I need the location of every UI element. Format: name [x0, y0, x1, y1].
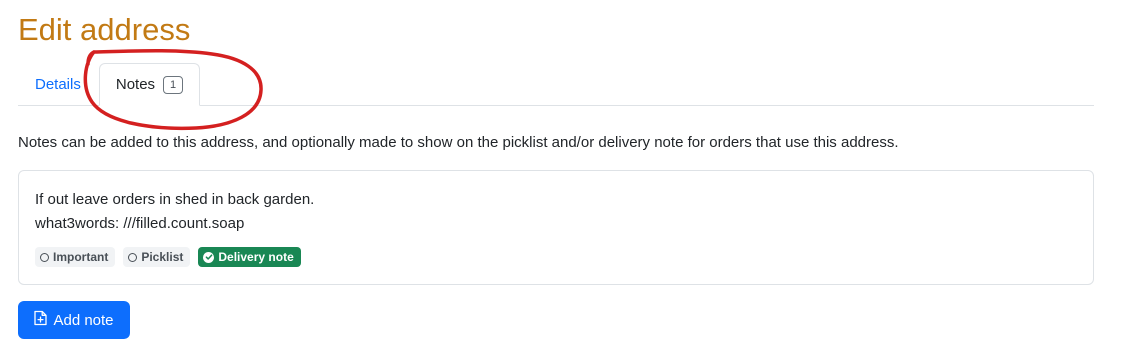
tab-notes[interactable]: Notes 1 — [98, 63, 201, 106]
note-flags: Important Picklist Delivery note — [35, 247, 301, 267]
picklist-flag-toggle[interactable]: Picklist — [123, 247, 191, 267]
add-note-button[interactable]: Add note — [18, 301, 130, 339]
delivery-note-flag-label: Delivery note — [218, 250, 294, 264]
note-text-line-1: If out leave orders in shed in back gard… — [35, 191, 315, 208]
tab-notes-label: Notes — [115, 76, 156, 93]
check-circle-icon — [203, 251, 215, 263]
unchecked-circle-icon — [40, 252, 49, 262]
tab-bar: Details Notes 1 — [18, 63, 1094, 106]
delivery-note-flag-toggle[interactable]: Delivery note — [198, 247, 301, 267]
important-flag-toggle[interactable]: Important — [35, 247, 116, 267]
notes-intro-text: Notes can be added to this address, and … — [18, 134, 899, 151]
important-flag-label: Important — [53, 250, 109, 264]
unchecked-circle-icon — [128, 252, 138, 262]
picklist-flag-label: Picklist — [141, 250, 184, 264]
note-card: If out leave orders in shed in back gard… — [18, 170, 1094, 285]
add-note-label: Add note — [53, 311, 114, 329]
page-title: Edit address — [18, 12, 191, 47]
tab-details[interactable]: Details — [18, 63, 99, 106]
file-plus-icon — [34, 310, 48, 330]
tab-details-label: Details — [35, 76, 81, 93]
notes-count-badge: 1 — [163, 75, 184, 94]
note-text-line-2: what3words: ///filled.count.soap — [35, 215, 245, 232]
